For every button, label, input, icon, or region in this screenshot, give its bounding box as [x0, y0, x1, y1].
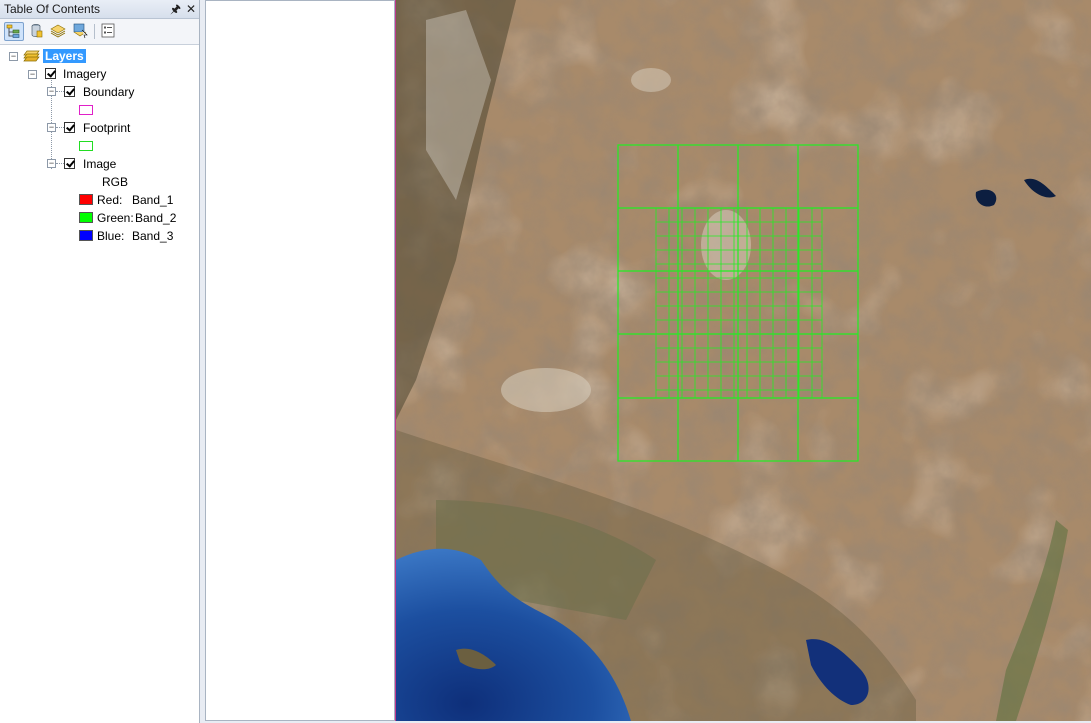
map-display[interactable] [395, 0, 1091, 721]
list-by-drawing-order-icon[interactable] [4, 22, 24, 41]
boundary-symbol-swatch[interactable] [79, 105, 93, 115]
blue-band-swatch[interactable] [79, 230, 93, 241]
green-band-name: Band_2 [135, 211, 177, 225]
close-icon[interactable]: ✕ [186, 1, 196, 17]
list-by-visibility-icon[interactable] [49, 22, 69, 41]
footprint-symbol-swatch[interactable] [79, 141, 93, 151]
boundary-layer-label[interactable]: Boundary [83, 85, 134, 99]
boundary-collapse-toggle[interactable]: − [47, 87, 56, 96]
toc-toolbar [0, 19, 199, 45]
imagery-visibility-checkbox[interactable] [45, 68, 56, 79]
data-frame-label[interactable]: Layers [43, 49, 86, 63]
toc-title-bar[interactable]: Table Of Contents 🖈 ✕ [0, 0, 199, 19]
red-channel-label: Red: [97, 193, 123, 207]
boundary-visibility-checkbox[interactable] [64, 86, 75, 97]
image-visibility-checkbox[interactable] [64, 158, 75, 169]
blank-layout-pane[interactable] [205, 0, 395, 721]
toc-title: Table Of Contents [4, 2, 101, 16]
blue-channel-label: Blue: [97, 229, 125, 243]
pin-icon[interactable]: 🖈 [170, 1, 181, 17]
toolbar-separator [94, 24, 95, 39]
rgb-composite-label: RGB [102, 175, 129, 189]
image-collapse-toggle[interactable]: − [47, 159, 56, 168]
tree-connector [56, 163, 64, 164]
green-band-swatch[interactable] [79, 212, 93, 223]
red-band-name: Band_1 [132, 193, 174, 207]
layer-tree: − Layers − Imagery − Boundary − Footprin… [0, 45, 199, 723]
red-band-swatch[interactable] [79, 194, 93, 205]
table-of-contents-panel: Table Of Contents 🖈 ✕ − Layers − Imagery… [0, 0, 200, 723]
imagery-collapse-toggle[interactable]: − [28, 70, 37, 79]
data-frame-icon [23, 49, 41, 67]
green-channel-label: Green: [97, 211, 134, 225]
tree-connector [56, 91, 64, 92]
image-layer-label[interactable]: Image [83, 157, 116, 171]
satellite-imagery [396, 0, 1091, 721]
imagery-layer-label[interactable]: Imagery [63, 67, 106, 81]
list-by-source-icon[interactable] [27, 22, 47, 41]
list-by-selection-icon[interactable] [71, 22, 91, 41]
blue-band-name: Band_3 [132, 229, 174, 243]
footprint-collapse-toggle[interactable]: − [47, 123, 56, 132]
footprint-visibility-checkbox[interactable] [64, 122, 75, 133]
options-icon[interactable] [99, 22, 119, 41]
footprint-layer-label[interactable]: Footprint [83, 121, 130, 135]
layers-collapse-toggle[interactable]: − [9, 52, 18, 61]
tree-connector [56, 127, 64, 128]
